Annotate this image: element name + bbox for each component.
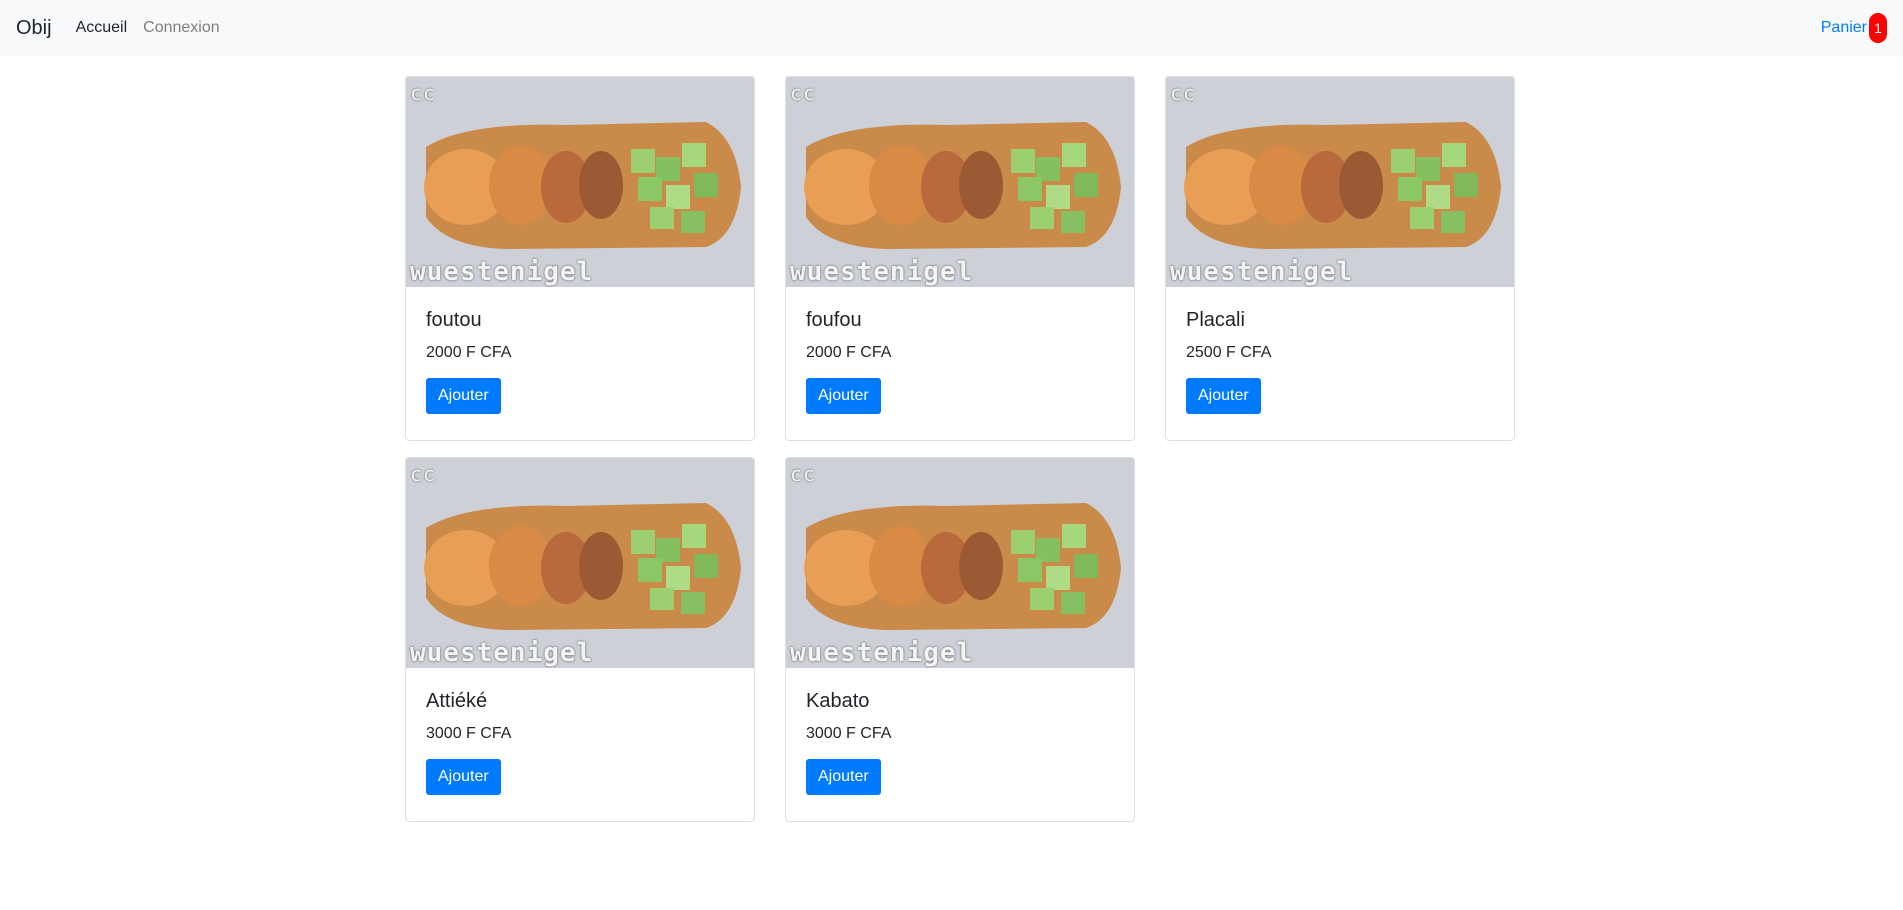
nav-link-accueil[interactable]: Accueil (76, 19, 128, 37)
product-price: 2000 F CFA (426, 344, 512, 361)
product-card: cc wuestenigel foutou 2000 F CFA Ajouter (405, 76, 755, 441)
product-name: foufou (806, 309, 862, 331)
product-name: Kabato (806, 690, 870, 712)
product-card: cc wuestenigel foufou 2000 F CFA Ajouter (785, 76, 1135, 441)
product-card: cc wuestenigel Kabato 3000 F CFA Ajouter (785, 457, 1135, 822)
card-body: Kabato 3000 F CFA Ajouter (786, 668, 1134, 815)
product-price: 3000 F CFA (426, 725, 512, 742)
add-to-cart-button[interactable]: Ajouter (426, 759, 501, 795)
card-body: Placali 2500 F CFA Ajouter (1166, 287, 1514, 434)
cc-badge: cc (790, 462, 817, 486)
brand-logo[interactable]: Obij (16, 17, 52, 40)
product-price: 3000 F CFA (806, 725, 892, 742)
image-watermark: wuestenigel (410, 638, 594, 668)
cc-badge: cc (1170, 81, 1197, 105)
image-watermark: wuestenigel (790, 638, 974, 668)
image-watermark: wuestenigel (410, 257, 594, 287)
card-body: foufou 2000 F CFA Ajouter (786, 287, 1134, 434)
card-body: foutou 2000 F CFA Ajouter (406, 287, 754, 434)
image-watermark: wuestenigel (1170, 257, 1354, 287)
add-to-cart-button[interactable]: Ajouter (806, 378, 881, 414)
food-platter-illustration (406, 458, 754, 668)
nav-right: Panier 1 (1821, 13, 1887, 43)
nav-link-connexion[interactable]: Connexion (143, 19, 220, 37)
cc-badge: cc (410, 81, 437, 105)
product-image: cc wuestenigel (406, 77, 754, 287)
cart-count-badge: 1 (1869, 13, 1887, 43)
product-image: cc wuestenigel (406, 458, 754, 668)
product-card: cc wuestenigel Placali 2500 F CFA Ajoute… (1165, 76, 1515, 441)
product-name: Attiéké (426, 690, 488, 712)
product-grid: cc wuestenigel foutou 2000 F CFA Ajouter (405, 76, 1515, 822)
food-platter-illustration (786, 77, 1134, 287)
food-platter-illustration (406, 77, 754, 287)
add-to-cart-button[interactable]: Ajouter (426, 378, 501, 414)
cc-badge: cc (790, 81, 817, 105)
cart-link[interactable]: Panier 1 (1821, 13, 1887, 43)
product-price: 2500 F CFA (1186, 344, 1272, 361)
food-platter-illustration (786, 458, 1134, 668)
product-price: 2000 F CFA (806, 344, 892, 361)
product-image: cc wuestenigel (786, 77, 1134, 287)
product-name: foutou (426, 309, 482, 331)
add-to-cart-button[interactable]: Ajouter (806, 759, 881, 795)
food-platter-illustration (1166, 77, 1514, 287)
cc-badge: cc (410, 462, 437, 486)
add-to-cart-button[interactable]: Ajouter (1186, 378, 1261, 414)
card-body: Attiéké 3000 F CFA Ajouter (406, 668, 754, 815)
product-image: cc wuestenigel (1166, 77, 1514, 287)
image-watermark: wuestenigel (790, 257, 974, 287)
product-image: cc wuestenigel (786, 458, 1134, 668)
cart-label: Panier (1820, 19, 1867, 36)
navbar: Obij Accueil Connexion Panier 1 (0, 0, 1903, 56)
product-card: cc wuestenigel Attiéké 3000 F CFA Ajoute… (405, 457, 755, 822)
product-name: Placali (1186, 309, 1245, 331)
